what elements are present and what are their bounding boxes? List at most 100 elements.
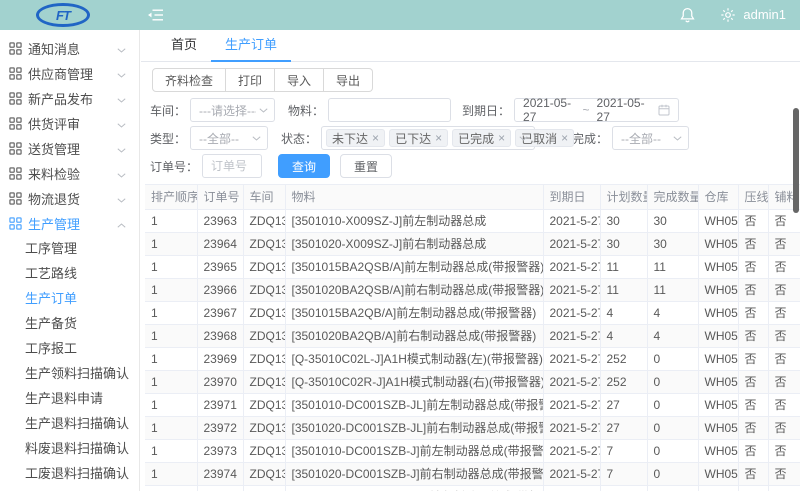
- table-cell: 1: [145, 486, 197, 491]
- sidebar-subitem-label: 生产退料扫描确认: [25, 416, 129, 431]
- table-cell: 否: [768, 371, 800, 394]
- table-cell: 27: [600, 394, 647, 417]
- sidebar-subitem-label: 生产退料申请: [25, 391, 103, 406]
- sidebar-item[interactable]: 送货管理: [0, 136, 139, 161]
- tag-remove-icon[interactable]: ×: [372, 132, 379, 144]
- table-row[interactable]: 123971ZDQ13[3501010-DC001SZB-JL]前左制动器总成(…: [145, 394, 800, 417]
- vertical-scrollbar-thumb[interactable]: [793, 108, 799, 213]
- table-cell: WH05: [698, 325, 738, 348]
- filter-row-3: 订单号： 查询 重置: [150, 154, 800, 178]
- chevron-down-icon: [117, 141, 126, 156]
- sidebar-subitem[interactable]: 料废退料扫描确认: [0, 436, 139, 461]
- table-cell: 0: [647, 417, 698, 440]
- table-header-row: 排产顺序订单号车间物料到期日计划数量完成数量仓库压线铺料: [145, 185, 800, 210]
- table-row[interactable]: 123964ZDQ13[3501020-X009SZ-J]前右制动器总成2021…: [145, 233, 800, 256]
- table-row[interactable]: 123975ZDQ13[3501010-DC001SZQB-J]前左制动器总成(…: [145, 486, 800, 491]
- order-no-input[interactable]: [202, 154, 262, 178]
- sidebar-subitem[interactable]: 生产备货: [0, 311, 139, 336]
- print-button[interactable]: 打印: [226, 68, 275, 92]
- orders-table-container: 排产顺序订单号车间物料到期日计划数量完成数量仓库压线铺料 123963ZDQ13…: [145, 184, 800, 491]
- table-cell: 否: [738, 394, 768, 417]
- tab-item[interactable]: 首页: [157, 30, 211, 61]
- table-cell: 27: [600, 417, 647, 440]
- table-row[interactable]: 123970ZDQ13[Q-35010C02R-J]A1H模式制动器(右)(带报…: [145, 371, 800, 394]
- grid-icon: [9, 117, 22, 130]
- status-label: 状态：: [281, 130, 317, 147]
- chevron-down-icon: [259, 108, 268, 113]
- status-tag: 已完成 ×: [452, 129, 511, 147]
- sidebar-subitem[interactable]: 工序报工: [0, 336, 139, 361]
- sidebar-item[interactable]: 供应商管理: [0, 61, 139, 86]
- sidebar-subitem[interactable]: 工序管理: [0, 236, 139, 261]
- sidebar-item[interactable]: 供货评审: [0, 111, 139, 136]
- sidebar-item-label: 通知消息: [28, 39, 117, 58]
- table-cell: 否: [738, 279, 768, 302]
- table-row[interactable]: 123969ZDQ13[Q-35010C02L-J]A1H模式制动器(左)(带报…: [145, 348, 800, 371]
- tab-bar: 首页生产订单: [141, 30, 800, 62]
- search-button[interactable]: 查询: [278, 154, 330, 178]
- table-cell: 11: [647, 256, 698, 279]
- table-cell: 2021-5-27: [543, 256, 600, 279]
- sidebar-item[interactable]: 新产品发布: [0, 86, 139, 111]
- table-row[interactable]: 123967ZDQ13[3501015BA2QB/A]前左制动器总成(带报警器)…: [145, 302, 800, 325]
- sidebar-subitem[interactable]: 工废退料扫描确认: [0, 461, 139, 486]
- table-cell: 1: [145, 371, 197, 394]
- table-cell: 2021-5-27: [543, 233, 600, 256]
- table-row[interactable]: 123965ZDQ13[3501015BA2QSB/A]前左制动器总成(带报警器…: [145, 256, 800, 279]
- sidebar-subitem[interactable]: 生产退料扫描确认: [0, 411, 139, 436]
- current-user[interactable]: admin1: [743, 7, 786, 22]
- sidebar-subitem-label: 工序报工: [25, 341, 77, 356]
- status-multiselect[interactable]: 未下达×已下达×已完成×已取消×: [321, 126, 535, 150]
- table-cell: 否: [738, 371, 768, 394]
- sidebar-subitem-label: 工序管理: [25, 241, 77, 256]
- table-cell: 4: [600, 302, 647, 325]
- due-date-range[interactable]: 2021-05-27 ~ 2021-05-27: [514, 98, 679, 122]
- table-cell: ZDQ13: [243, 463, 285, 486]
- table-row[interactable]: 123972ZDQ13[3501020-DC001SZB-JL]前右制动器总成(…: [145, 417, 800, 440]
- table-row[interactable]: 123973ZDQ13[3501010-DC001SZB-J]前左制动器总成(带…: [145, 440, 800, 463]
- sidebar-subitem[interactable]: 生产退料申请: [0, 386, 139, 411]
- sidebar-collapse-icon[interactable]: [147, 8, 164, 25]
- sidebar-subitem[interactable]: 生产领料扫描确认: [0, 361, 139, 386]
- sidebar-item[interactable]: 通知消息: [0, 36, 139, 61]
- sidebar-item-label: 供应商管理: [28, 64, 117, 83]
- workshop-select[interactable]: ---请选择---: [190, 98, 275, 122]
- tag-remove-icon[interactable]: ×: [435, 132, 442, 144]
- table-row[interactable]: 123974ZDQ13[3501020-DC001SZB-J]前右制动器总成(带…: [145, 463, 800, 486]
- table-row[interactable]: 123966ZDQ13[3501020BA2QSB/A]前右制动器总成(带报警器…: [145, 279, 800, 302]
- table-row[interactable]: 123968ZDQ13[3501020BA2QB/A]前右制动器总成(带报警器)…: [145, 325, 800, 348]
- sidebar-subitem[interactable]: 生产订单: [0, 286, 139, 311]
- import-button[interactable]: 导入: [275, 68, 324, 92]
- notification-bell-icon[interactable]: [680, 7, 695, 26]
- reset-button[interactable]: 重置: [340, 154, 392, 178]
- tag-remove-icon[interactable]: ×: [498, 132, 505, 144]
- material-input[interactable]: [328, 98, 451, 122]
- tab-item[interactable]: 生产订单: [211, 30, 291, 61]
- table-cell: 否: [738, 440, 768, 463]
- table-cell: 252: [600, 371, 647, 394]
- table-cell: WH05: [698, 210, 738, 233]
- sidebar-subitem[interactable]: 工艺路线: [0, 261, 139, 286]
- tag-remove-icon[interactable]: ×: [561, 132, 568, 144]
- table-cell: 2021-5-27: [543, 417, 600, 440]
- status-tag-label: 已完成: [458, 130, 494, 147]
- table-cell: 30: [647, 210, 698, 233]
- material-check-button[interactable]: 齐料检查: [152, 68, 226, 92]
- sidebar-subitem-label: 料废退料扫描确认: [25, 441, 129, 456]
- table-cell: WH05: [698, 417, 738, 440]
- table-cell: 11: [600, 279, 647, 302]
- table-cell: 23970: [197, 371, 243, 394]
- table-cell: 2021-5-27: [543, 371, 600, 394]
- sidebar-item[interactable]: 来料检验: [0, 161, 139, 186]
- sidebar-item[interactable]: 物流退货: [0, 186, 139, 211]
- table-cell: 30: [600, 233, 647, 256]
- grid-icon: [9, 42, 22, 55]
- table-row[interactable]: 123963ZDQ13[3501010-X009SZ-J]前左制动器总成2021…: [145, 210, 800, 233]
- table-cell: ZDQ13: [243, 279, 285, 302]
- settings-gear-icon[interactable]: [720, 7, 736, 26]
- table-cell: ZDQ13: [243, 417, 285, 440]
- type-select[interactable]: --全部--: [190, 126, 268, 150]
- sidebar-item[interactable]: 生产管理: [0, 211, 139, 236]
- export-button[interactable]: 导出: [324, 68, 373, 92]
- inbound-complete-select[interactable]: --全部--: [612, 126, 689, 150]
